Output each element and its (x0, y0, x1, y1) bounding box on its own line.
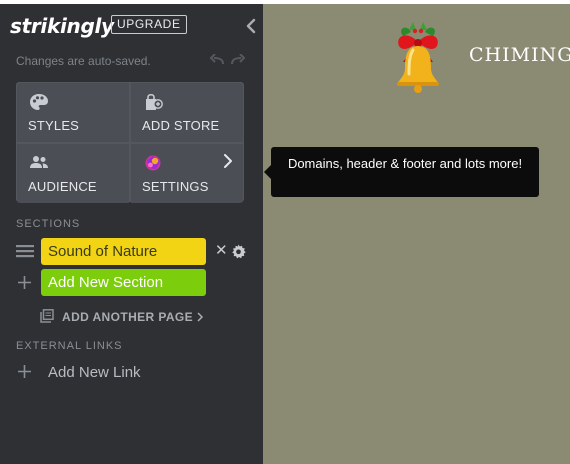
audience-tile[interactable]: AUDIENCE (17, 144, 129, 203)
christmas-bell-logo[interactable] (389, 22, 447, 94)
add-store-label: ADD STORE (142, 118, 220, 133)
add-new-link-button[interactable]: Add New Link (48, 364, 141, 381)
audience-label: AUDIENCE (28, 179, 97, 194)
undo-icon[interactable] (209, 54, 225, 66)
section-item-sound-of-nature[interactable]: Sound of Nature (41, 238, 206, 265)
chevron-right-icon (224, 154, 232, 168)
pages-icon (40, 309, 54, 323)
add-section-plus-icon[interactable] (17, 275, 32, 290)
people-icon (30, 156, 48, 168)
chevron-right-small-icon (197, 312, 204, 322)
settings-badge-icon (145, 155, 161, 171)
drag-handle-icon[interactable] (16, 244, 34, 258)
styles-label: STYLES (28, 118, 80, 133)
autosave-status: Changes are auto-saved. (16, 54, 151, 68)
site-preview[interactable]: CHIMING (263, 4, 570, 464)
add-new-section-button[interactable]: Add New Section (41, 269, 206, 296)
site-brand-title[interactable]: CHIMING (469, 44, 570, 66)
add-another-page-label: ADD ANOTHER PAGE (62, 310, 194, 324)
settings-tile[interactable]: SETTINGS (131, 144, 243, 203)
delete-section-icon[interactable]: ✕ (215, 243, 229, 259)
settings-label: SETTINGS (142, 179, 209, 194)
editor-menu-grid: STYLES ADD STORE AUDIENCE SETTINGS (16, 82, 244, 203)
palette-icon (30, 94, 48, 110)
settings-tooltip: Domains, header & footer and lots more! (271, 147, 539, 197)
strikingly-logo[interactable]: strikingly (10, 14, 114, 38)
upgrade-button[interactable]: UPGRADE (111, 15, 187, 34)
external-links-heading: EXTERNAL LINKS (16, 340, 123, 352)
collapse-sidebar-icon[interactable] (244, 18, 258, 34)
add-store-tile[interactable]: ADD STORE (131, 83, 243, 142)
tooltip-arrow (264, 165, 271, 179)
store-bag-icon (146, 93, 163, 110)
gear-icon[interactable] (231, 244, 246, 259)
add-link-plus-icon[interactable] (17, 364, 32, 379)
styles-tile[interactable]: STYLES (17, 83, 129, 142)
redo-icon[interactable] (230, 54, 246, 66)
editor-sidebar: strikingly UPGRADE Changes are auto-save… (0, 4, 263, 464)
sections-heading: SECTIONS (16, 218, 81, 230)
